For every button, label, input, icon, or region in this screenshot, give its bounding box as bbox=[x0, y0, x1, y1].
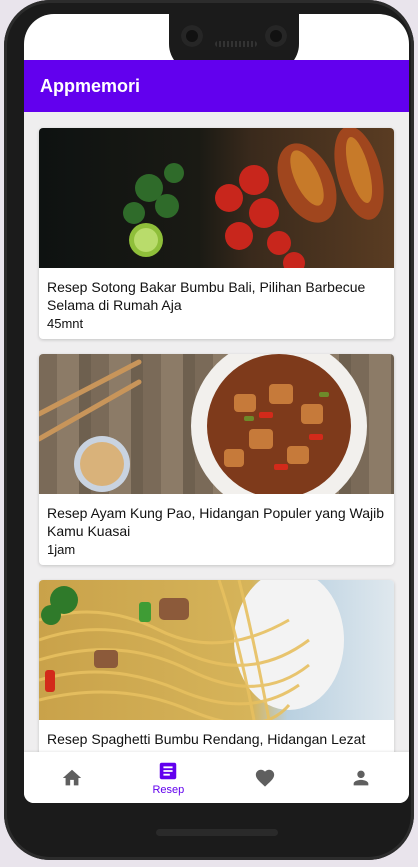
recipe-image bbox=[39, 128, 394, 268]
phone-frame: Appmemori Resep Sotong Bakar Bumbu Bali,… bbox=[4, 0, 414, 860]
recipe-list[interactable]: Resep Sotong Bakar Bumbu Bali, Pilihan B… bbox=[24, 112, 409, 752]
heart-icon bbox=[255, 769, 274, 787]
app-title: Appmemori bbox=[40, 75, 141, 96]
nav-label: Resep bbox=[152, 783, 185, 796]
recipe-icon bbox=[160, 762, 177, 779]
recipe-image bbox=[39, 354, 394, 494]
person-icon bbox=[353, 770, 369, 785]
recipe-title: Resep Spaghetti Bumbu Rendang, Hidangan … bbox=[47, 731, 366, 752]
recipe-time: 1jam bbox=[47, 542, 76, 557]
nav-item-home[interactable] bbox=[24, 752, 120, 803]
recipe-time: 45mnt bbox=[47, 316, 84, 331]
home-icon bbox=[62, 769, 82, 785]
nav-item-resep[interactable]: Resep bbox=[120, 752, 216, 803]
screen: Appmemori Resep Sotong Bakar Bumbu Bali,… bbox=[24, 14, 409, 803]
recipe-image bbox=[39, 580, 394, 720]
recipe-title: Resep Ayam Kung Pao, Hidangan Populer ya… bbox=[47, 505, 384, 539]
speaker-grille bbox=[215, 41, 257, 47]
nav-item-favorite[interactable] bbox=[217, 752, 313, 803]
recipe-title: Resep Sotong Bakar Bumbu Bali, Pilihan B… bbox=[47, 279, 366, 313]
recipe-card[interactable]: Resep Sotong Bakar Bumbu Bali, Pilihan B… bbox=[39, 128, 394, 339]
recipe-card[interactable]: Resep Spaghetti Bumbu Rendang, Hidangan … bbox=[39, 580, 394, 752]
app-bar: Appmemori bbox=[24, 60, 409, 112]
nav-item-profile[interactable] bbox=[313, 752, 409, 803]
recipe-card[interactable]: Resep Ayam Kung Pao, Hidangan Populer ya… bbox=[39, 354, 394, 565]
camera-icon bbox=[265, 25, 287, 47]
bottom-navigation: Resep bbox=[24, 752, 409, 803]
camera-icon bbox=[181, 25, 203, 47]
home-indicator bbox=[156, 829, 278, 836]
